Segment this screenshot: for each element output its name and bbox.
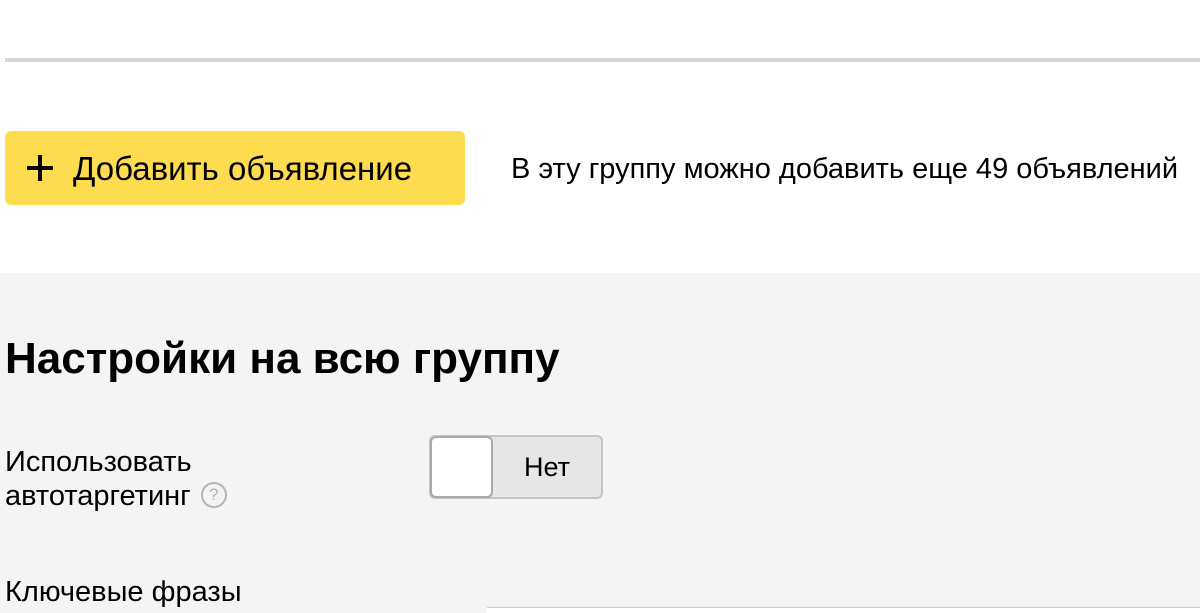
- section-title: Настройки на всю группу: [5, 334, 560, 383]
- plus-icon: [27, 155, 53, 181]
- top-area: Добавить объявление В эту группу можно д…: [0, 0, 1200, 273]
- autotargeting-label-line1: Использовать: [5, 446, 192, 478]
- autotargeting-label: Использовать автотаргетинг?: [5, 445, 227, 513]
- toggle-knob: [430, 436, 493, 498]
- autotargeting-label-line2: автотаргетинг: [5, 480, 191, 512]
- divider: [5, 58, 1200, 62]
- group-settings-panel: Настройки на всю группу Использовать авт…: [0, 273, 1200, 613]
- autotargeting-toggle[interactable]: Нет: [429, 435, 603, 499]
- autotargeting-label-line2-row: автотаргетинг?: [5, 479, 227, 513]
- add-ad-button[interactable]: Добавить объявление: [5, 131, 465, 205]
- add-ad-button-label: Добавить объявление: [73, 149, 413, 187]
- keywords-input[interactable]: [487, 607, 1200, 613]
- keywords-label: Ключевые фразы: [5, 576, 242, 608]
- question-icon[interactable]: ?: [200, 482, 227, 509]
- ads-remaining-hint: В эту группу можно добавить еще 49 объяв…: [511, 153, 1179, 185]
- toggle-state-label: Нет: [524, 452, 570, 482]
